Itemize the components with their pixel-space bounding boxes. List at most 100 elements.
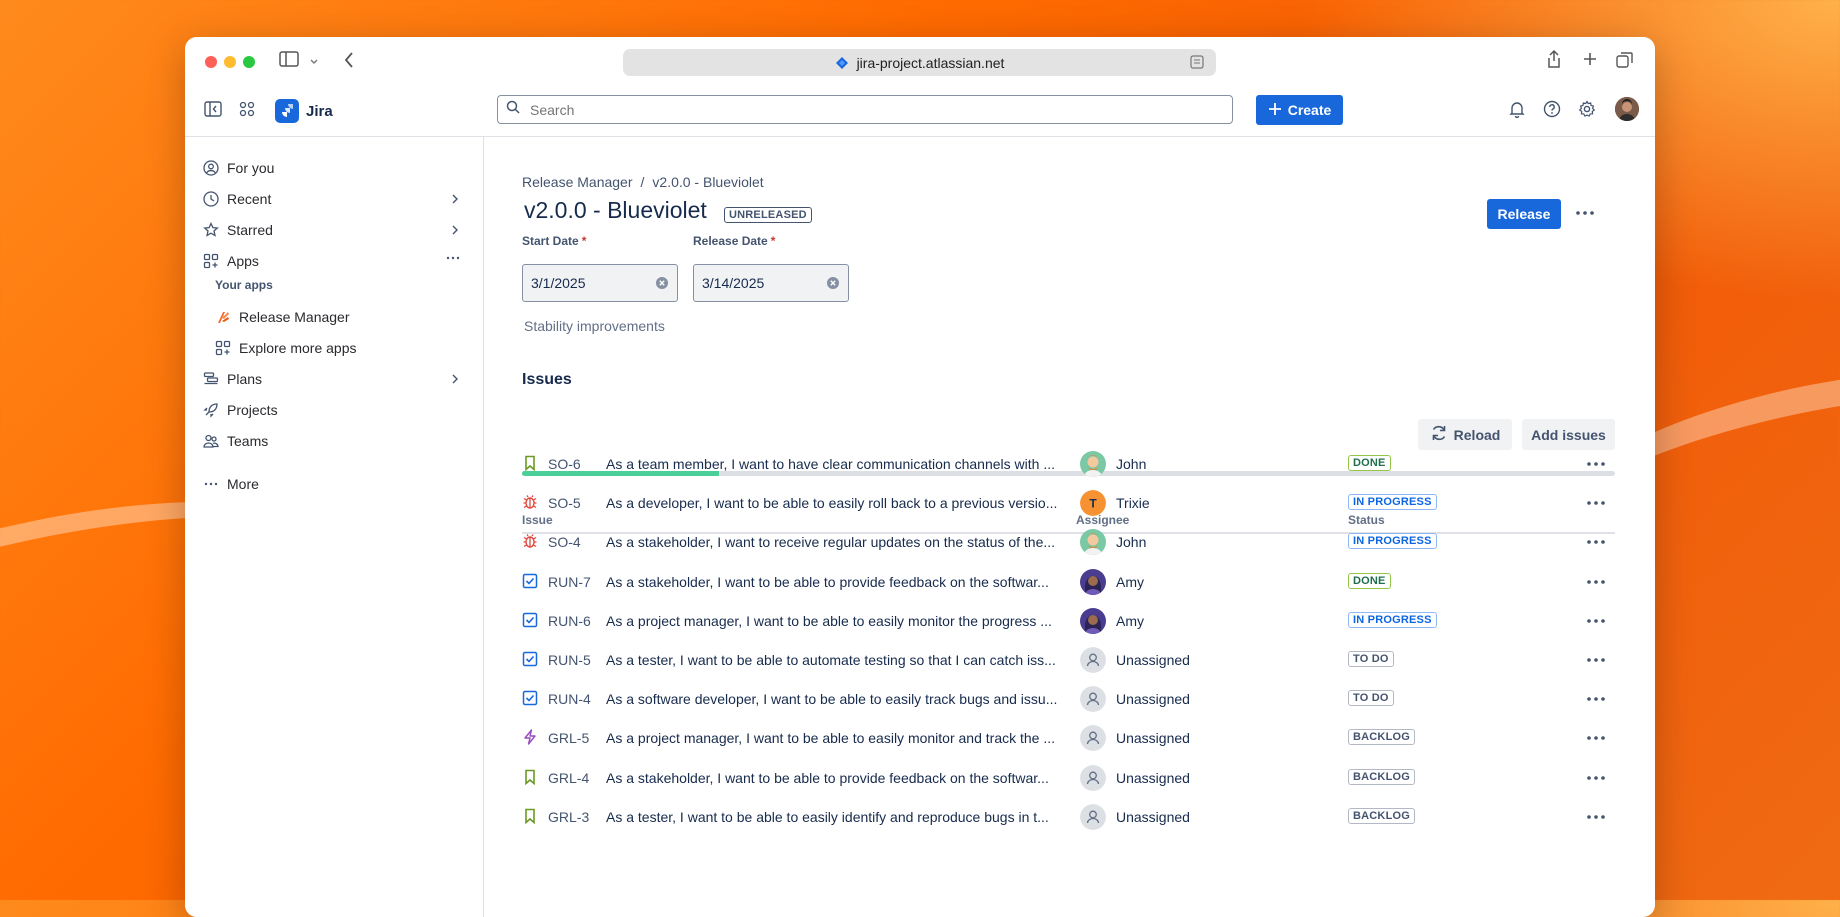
issue-key-link[interactable]: RUN-4 (548, 691, 591, 707)
sidebar-item-release-manager[interactable]: Release Manager (215, 303, 468, 331)
status-badge[interactable]: IN PROGRESS (1348, 533, 1437, 550)
sidebar-item-starred[interactable]: Starred (203, 216, 468, 244)
issue-key-link[interactable]: RUN-5 (548, 652, 591, 668)
breadcrumb-current-link[interactable]: v2.0.0 - Blueviolet (652, 174, 763, 190)
issue-key-link[interactable]: RUN-6 (548, 613, 591, 629)
breadcrumb-parent-link[interactable]: Release Manager (522, 174, 633, 190)
status-badge[interactable]: BACKLOG (1348, 807, 1416, 824)
status-badge[interactable]: DONE (1348, 572, 1391, 589)
help-icon[interactable] (1543, 100, 1561, 123)
table-row[interactable]: GRL-5 As a project manager, I want to be … (522, 718, 1615, 757)
row-more-actions-icon[interactable] (1585, 689, 1607, 714)
release-button[interactable]: Release (1487, 199, 1561, 229)
back-icon[interactable] (343, 51, 355, 75)
minimize-window-button[interactable] (224, 56, 236, 68)
issue-summary-link[interactable]: As a stakeholder, I want to be able to p… (606, 574, 1066, 590)
tab-overview-icon[interactable] (1616, 51, 1634, 75)
unassigned-avatar-icon[interactable] (1080, 764, 1106, 791)
issue-summary-link[interactable]: As a tester, I want to be able to automa… (606, 652, 1066, 668)
status-badge[interactable]: IN PROGRESS (1348, 611, 1437, 628)
issue-key-link[interactable]: RUN-7 (548, 574, 591, 590)
search-input[interactable] (528, 100, 1212, 119)
sidebar-toggle-icon[interactable] (279, 51, 299, 73)
sidebar-item-teams[interactable]: Teams (203, 427, 468, 455)
row-more-actions-icon[interactable] (1585, 454, 1607, 479)
status-badge[interactable]: BACKLOG (1348, 729, 1416, 746)
create-button[interactable]: Create (1256, 95, 1343, 125)
issue-summary-link[interactable]: As a software developer, I want to be ab… (606, 691, 1066, 707)
more-actions-icon[interactable] (1574, 203, 1596, 228)
release-description[interactable]: Stability improvements (524, 318, 665, 334)
new-tab-icon[interactable] (1582, 51, 1598, 73)
row-more-actions-icon[interactable] (1585, 768, 1607, 793)
table-row[interactable]: SO-6 As a team member, I want to have cle… (522, 444, 1615, 483)
issue-key-link[interactable]: GRL-4 (548, 770, 589, 786)
zoom-window-button[interactable] (243, 56, 255, 68)
user-avatar[interactable] (1615, 97, 1639, 121)
status-badge[interactable]: TO DO (1348, 690, 1394, 707)
release-date-field[interactable]: 3/14/2025 (693, 264, 849, 302)
issue-key-link[interactable]: SO-4 (548, 534, 581, 550)
sidebar-item-explore-apps[interactable]: Explore more apps (215, 334, 468, 362)
chevron-down-icon[interactable] (309, 53, 319, 73)
unassigned-avatar-icon[interactable] (1080, 647, 1106, 673)
status-badge[interactable]: BACKLOG (1348, 768, 1416, 785)
assignee-avatar[interactable]: T (1080, 490, 1106, 517)
table-row[interactable]: RUN-4 As a software developer, I want to … (522, 679, 1615, 718)
address-bar[interactable]: jira-project.atlassian.net (623, 49, 1216, 76)
sidebar-item-more[interactable]: More (203, 470, 468, 498)
assignee-avatar[interactable] (1080, 607, 1106, 634)
table-row[interactable]: GRL-4 As a stakeholder, I want to be able… (522, 758, 1615, 797)
clear-icon[interactable] (655, 276, 669, 293)
more-actions-icon[interactable] (446, 251, 460, 268)
issue-summary-link[interactable]: As a stakeholder, I want to be able to p… (606, 770, 1066, 786)
issue-key-link[interactable]: SO-5 (548, 495, 581, 511)
jira-home-link[interactable]: Jira (275, 99, 333, 123)
row-more-actions-icon[interactable] (1585, 493, 1607, 518)
issue-key-link[interactable]: SO-6 (548, 456, 581, 472)
row-more-actions-icon[interactable] (1585, 807, 1607, 832)
sidebar-item-projects[interactable]: Projects (203, 396, 468, 424)
sidebar-item-plans[interactable]: Plans (203, 365, 468, 393)
issue-summary-link[interactable]: As a developer, I want to be able to eas… (606, 495, 1066, 511)
table-row[interactable]: RUN-6 As a project manager, I want to be … (522, 601, 1615, 640)
issue-key-link[interactable]: GRL-5 (548, 730, 589, 746)
issue-key-link[interactable]: GRL-3 (548, 809, 589, 825)
issue-summary-link[interactable]: As a team member, I want to have clear c… (606, 456, 1066, 472)
unassigned-avatar-icon[interactable] (1080, 725, 1106, 752)
close-window-button[interactable] (205, 56, 217, 68)
sidebar-item-apps[interactable]: Apps (203, 247, 468, 275)
clear-icon[interactable] (826, 276, 840, 293)
table-row[interactable]: SO-5 As a developer, I want to be able to… (522, 483, 1615, 522)
unassigned-avatar-icon[interactable] (1080, 803, 1106, 830)
issue-summary-link[interactable]: As a project manager, I want to be able … (606, 613, 1066, 629)
row-more-actions-icon[interactable] (1585, 572, 1607, 597)
start-date-field[interactable]: 3/1/2025 (522, 264, 678, 302)
table-row[interactable]: GRL-3 As a tester, I want to be able to e… (522, 797, 1615, 836)
row-more-actions-icon[interactable] (1585, 728, 1607, 753)
sidebar-item-recent[interactable]: Recent (203, 185, 468, 213)
status-badge[interactable]: IN PROGRESS (1348, 494, 1437, 511)
assignee-avatar[interactable] (1080, 568, 1106, 595)
collapse-sidebar-icon[interactable] (204, 101, 222, 122)
unassigned-avatar-icon[interactable] (1080, 686, 1106, 713)
row-more-actions-icon[interactable] (1585, 611, 1607, 636)
issue-summary-link[interactable]: As a tester, I want to be able to easily… (606, 809, 1066, 825)
row-more-actions-icon[interactable] (1585, 650, 1607, 675)
share-icon[interactable] (1546, 49, 1562, 75)
issue-summary-link[interactable]: As a stakeholder, I want to receive regu… (606, 534, 1066, 550)
chevron-right-icon[interactable] (450, 192, 460, 208)
table-row[interactable]: SO-4 As a stakeholder, I want to receive … (522, 522, 1615, 561)
assignee-avatar[interactable] (1080, 529, 1106, 556)
status-badge[interactable]: TO DO (1348, 651, 1394, 667)
row-more-actions-icon[interactable] (1585, 532, 1607, 557)
settings-gear-icon[interactable] (1578, 100, 1596, 123)
search-field[interactable] (497, 95, 1233, 124)
app-switcher-icon[interactable] (239, 101, 255, 122)
table-row[interactable]: RUN-7 As a stakeholder, I want to be able… (522, 562, 1615, 601)
notifications-icon[interactable] (1509, 100, 1525, 123)
chevron-right-icon[interactable] (450, 223, 460, 239)
table-row[interactable]: RUN-5 As a tester, I want to be able to a… (522, 640, 1615, 679)
assignee-avatar[interactable] (1080, 451, 1106, 477)
chevron-right-icon[interactable] (450, 372, 460, 388)
